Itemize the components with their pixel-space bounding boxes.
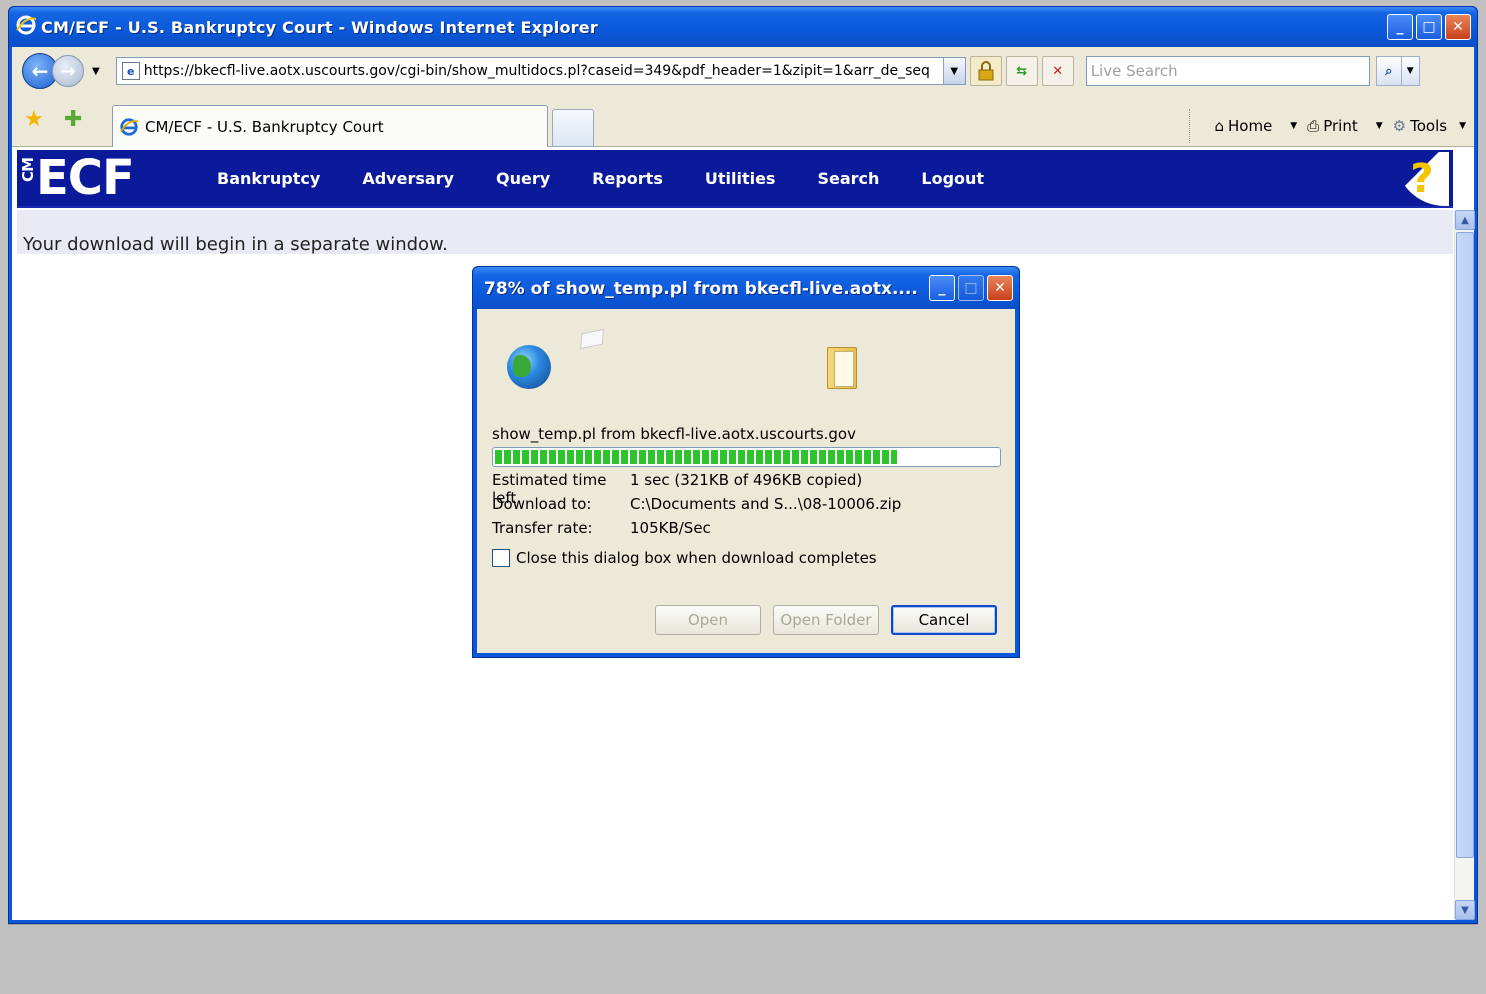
status-area [8, 924, 1478, 990]
download-dialog-body: show_temp.pl from bkecfl-live.aotx.uscou… [477, 309, 1015, 653]
close-button[interactable]: ✕ [1445, 14, 1471, 40]
address-field[interactable]: e https://bkecfl-live.aotx.uscourts.gov/… [115, 57, 966, 85]
download-dialog-title: 78% of show_temp.pl from bkecfl-live.aot… [484, 279, 918, 299]
back-arrow-icon: ← [31, 59, 49, 83]
search-button[interactable]: ⌕ [1375, 56, 1402, 86]
print-dropdown-icon[interactable]: ▼ [1376, 121, 1383, 131]
download-to-label: Download to: [492, 495, 592, 513]
scroll-up-arrow-icon[interactable]: ▲ [1455, 210, 1475, 230]
command-bar: ⌂ Home ▼ ⎙ Print ▼ ⚙ Tools ▼ [1189, 109, 1466, 143]
forward-button[interactable]: → [52, 55, 84, 87]
home-icon: ⌂ [1214, 117, 1224, 135]
refresh-button[interactable]: ⇆ [1005, 56, 1038, 86]
scroll-down-arrow-icon[interactable]: ▼ [1455, 900, 1475, 920]
stop-button[interactable]: ✕ [1041, 56, 1074, 86]
close-when-done-checkbox[interactable] [492, 549, 510, 567]
tools-dropdown-icon[interactable]: ▼ [1459, 121, 1466, 131]
refresh-icon: ⇆ [1016, 63, 1028, 79]
gear-icon: ⚙ [1392, 117, 1407, 135]
stop-icon: ✕ [1052, 63, 1064, 79]
menu-utilities[interactable]: Utilities [705, 169, 776, 188]
download-dialog-title-bar[interactable]: 78% of show_temp.pl from bkecfl-live.aot… [473, 267, 1019, 309]
menu-search[interactable]: Search [817, 169, 879, 188]
close-when-done-option[interactable]: Close this dialog box when download comp… [492, 549, 877, 567]
ie-page-icon [120, 117, 139, 136]
favorites-star-icon[interactable]: ★ [24, 107, 44, 132]
security-lock-button[interactable] [969, 56, 1002, 86]
close-when-done-label[interactable]: Close this dialog box when download comp… [516, 549, 877, 567]
flying-document-icon [580, 328, 604, 350]
live-search-input[interactable]: Live Search [1085, 56, 1370, 86]
page-icon: e [121, 62, 140, 80]
recent-pages-dropdown[interactable]: ▼ [92, 66, 100, 77]
maximize-button[interactable]: □ [1416, 14, 1442, 40]
ecf-menu: Bankruptcy Adversary Query Reports Utili… [217, 150, 984, 206]
new-tab-button[interactable] [552, 109, 594, 147]
menu-reports[interactable]: Reports [592, 169, 663, 188]
ecf-navigation-bar: CMECF Bankruptcy Adversary Query Reports… [17, 150, 1453, 208]
cancel-button[interactable]: Cancel [891, 605, 997, 635]
open-button[interactable]: Open [655, 605, 761, 635]
forward-arrow-icon: → [60, 60, 76, 82]
transfer-rate-value: 105KB/Sec [630, 519, 711, 537]
menu-bankruptcy[interactable]: Bankruptcy [217, 169, 320, 188]
open-folder-button[interactable]: Open Folder [773, 605, 879, 635]
window-title: CM/ECF - U.S. Bankruptcy Court - Windows… [41, 17, 598, 37]
dialog-minimize-button[interactable]: _ [929, 275, 955, 301]
address-dropdown[interactable]: ▼ [942, 58, 965, 84]
transfer-rate-label: Transfer rate: [492, 519, 593, 537]
transfer-rate-row: Transfer rate: 105KB/Sec [492, 519, 711, 537]
folder-icon [827, 347, 857, 389]
download-dialog: 78% of show_temp.pl from bkecfl-live.aot… [472, 266, 1020, 658]
lock-icon [978, 61, 994, 81]
print-button[interactable]: ⎙ Print ▼ [1307, 117, 1382, 135]
url-text[interactable]: https://bkecfl-live.aotx.uscourts.gov/cg… [144, 63, 930, 79]
message-area: Your download will begin in a separate w… [17, 210, 1453, 255]
dialog-close-button[interactable]: ✕ [987, 275, 1013, 301]
add-favorites-icon[interactable]: ✚ [64, 107, 82, 132]
dialog-maximize-button: □ [958, 275, 984, 301]
download-progress-bar [492, 447, 1001, 467]
home-button[interactable]: ⌂ Home ▼ [1214, 117, 1297, 135]
vertical-scrollbar[interactable]: ▲ ▼ [1454, 210, 1475, 920]
search-options-dropdown[interactable]: ▼ [1401, 56, 1420, 86]
home-dropdown-icon[interactable]: ▼ [1290, 121, 1297, 131]
globe-icon [507, 345, 551, 389]
progress-fill [495, 450, 898, 464]
download-source: show_temp.pl from bkecfl-live.aotx.uscou… [492, 425, 856, 443]
download-message: Your download will begin in a separate w… [23, 234, 448, 255]
tab-toolbar: ★ ✚ CM/ECF - U.S. Bankruptcy Court ⌂ Hom… [12, 95, 1474, 147]
title-bar[interactable]: CM/ECF - U.S. Bankruptcy Court - Windows… [9, 7, 1477, 47]
scrollbar-thumb[interactable] [1456, 232, 1474, 858]
separator [1189, 109, 1191, 143]
menu-logout[interactable]: Logout [921, 169, 984, 188]
printer-icon: ⎙ [1307, 117, 1320, 135]
menu-adversary[interactable]: Adversary [362, 169, 454, 188]
search-icon: ⌕ [1385, 63, 1393, 79]
tab-label: CM/ECF - U.S. Bankruptcy Court [145, 117, 384, 136]
help-icon[interactable]: ? [1395, 152, 1449, 206]
minimize-button[interactable]: _ [1387, 14, 1413, 40]
ecf-logo: CMECF [19, 150, 135, 206]
tab-cmecf[interactable]: CM/ECF - U.S. Bankruptcy Court [112, 105, 548, 147]
download-to-row: Download to: C:\Documents and S...\08-10… [492, 495, 901, 513]
ie-logo-icon [15, 14, 37, 40]
tools-button[interactable]: ⚙ Tools ▼ [1393, 117, 1466, 135]
address-toolbar: ← → ▼ e https://bkecfl-live.aotx.uscourt… [12, 47, 1474, 95]
menu-query[interactable]: Query [496, 169, 550, 188]
download-to-value: C:\Documents and S...\08-10006.zip [630, 495, 902, 513]
